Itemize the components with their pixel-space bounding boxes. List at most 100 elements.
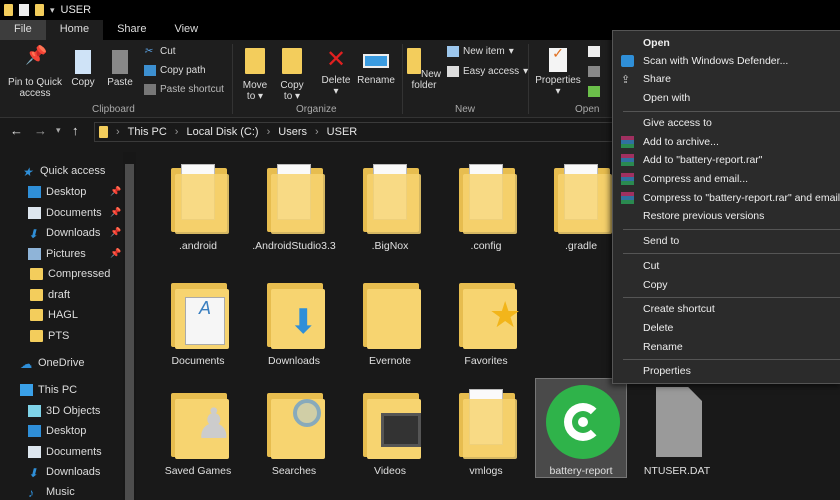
breadcrumb-user[interactable]: USER	[327, 126, 358, 138]
folder-item[interactable]: .AndroidStudio3.3	[248, 160, 340, 252]
menu-add-to-rar[interactable]: Add to "battery-report.rar"	[643, 154, 763, 166]
menu-create-shortcut[interactable]: Create shortcut	[643, 303, 715, 315]
folder-item[interactable]: .BigNox	[344, 160, 436, 252]
nav-pc-desktop[interactable]: Desktop	[28, 425, 86, 437]
nav-hagl[interactable]: HAGL	[30, 309, 78, 321]
pin-icon[interactable]: 📌	[110, 207, 121, 218]
cut-button[interactable]: ✂ Cut	[144, 46, 176, 57]
tab-view[interactable]: View	[160, 20, 212, 40]
folder-item[interactable]: ⬇ Downloads	[248, 275, 340, 367]
nav-quick-access[interactable]: ★ Quick access	[22, 165, 105, 179]
menu-open[interactable]: Open	[643, 37, 670, 49]
copy-path-button[interactable]: Copy path	[144, 65, 206, 76]
address-bar[interactable]: › This PC › Local Disk (C:) › Users › USER	[94, 122, 614, 142]
menu-properties[interactable]: Properties	[643, 365, 691, 377]
nav-compressed[interactable]: Compressed	[30, 268, 110, 280]
nav-onedrive[interactable]: ☁ OneDrive	[20, 357, 84, 371]
paste-button[interactable]: Paste	[104, 50, 136, 88]
folder-item[interactable]: vmlogs	[440, 385, 532, 477]
history-button[interactable]	[588, 86, 600, 97]
nav-music[interactable]: ♪ Music	[28, 486, 75, 500]
tab-share[interactable]: Share	[103, 20, 160, 40]
breadcrumb-local-disk[interactable]: Local Disk (C:)	[186, 126, 258, 138]
context-menu: Open Scan with Windows Defender... ⇪ Sha…	[612, 30, 840, 384]
menu-compress-rar-email[interactable]: Compress to "battery-report.rar" and ema…	[643, 192, 840, 204]
easy-access-button[interactable]: Easy access ▾	[447, 66, 528, 77]
up-arrow-icon[interactable]: ↑	[72, 123, 79, 138]
folder-item[interactable]: ★ Favorites	[440, 275, 532, 367]
folder-item[interactable]: A Documents	[152, 275, 244, 367]
menu-scan-defender[interactable]: Scan with Windows Defender...	[643, 55, 788, 67]
history-icon	[588, 86, 600, 97]
breadcrumb-this-pc[interactable]: This PC	[128, 126, 167, 138]
folder-item[interactable]: .android	[152, 160, 244, 252]
folder-item[interactable]: .config	[440, 160, 532, 252]
menu-compress-email[interactable]: Compress and email...	[643, 173, 748, 185]
copy-button[interactable]: Copy	[68, 50, 98, 88]
open-icon	[588, 46, 600, 57]
file-icon	[646, 385, 708, 459]
file-name: battery-report	[549, 465, 613, 477]
pin-icon[interactable]: 📌	[110, 227, 121, 238]
recent-locations-icon[interactable]: ▾	[56, 125, 61, 136]
scrollbar-thumb[interactable]	[125, 164, 134, 500]
menu-share[interactable]: Share	[643, 73, 671, 85]
menu-delete[interactable]: Delete	[643, 322, 673, 334]
breadcrumb-users[interactable]: Users	[278, 126, 307, 138]
menu-cut[interactable]: Cut	[643, 260, 659, 272]
menu-copy[interactable]: Copy	[643, 279, 668, 291]
new-folder-quick-icon[interactable]	[35, 4, 44, 16]
open-button[interactable]	[588, 46, 600, 57]
pin-to-quick-access-button[interactable]: 📌 Pin to Quick access	[4, 46, 66, 99]
music-note-icon: ♪	[28, 486, 34, 500]
properties-quick-icon[interactable]	[19, 4, 29, 16]
nav-pts[interactable]: PTS	[30, 330, 69, 342]
nav-draft[interactable]: draft	[30, 289, 70, 301]
pin-icon[interactable]: 📌	[110, 248, 121, 259]
delete-button[interactable]: ✕ Delete ▾	[318, 46, 354, 98]
nav-documents[interactable]: Documents	[28, 207, 102, 219]
forward-arrow-icon[interactable]: →	[34, 123, 47, 138]
edit-button[interactable]	[588, 66, 600, 77]
menu-rename[interactable]: Rename	[643, 341, 683, 353]
delete-x-icon: ✕	[326, 46, 347, 73]
new-item-icon	[447, 46, 459, 57]
back-arrow-icon[interactable]: ←	[10, 123, 23, 138]
rename-button[interactable]: Rename	[356, 48, 396, 86]
folder-item[interactable]: Videos	[344, 385, 436, 477]
coccoc-browser-icon	[546, 385, 620, 459]
menu-restore-versions[interactable]: Restore previous versions	[643, 210, 764, 222]
paste-shortcut-button[interactable]: Paste shortcut	[144, 84, 224, 95]
folder-icon: A	[167, 275, 229, 349]
divider	[402, 44, 403, 114]
menu-add-to-archive[interactable]: Add to archive...	[643, 136, 719, 148]
menu-open-with[interactable]: Open with	[643, 92, 690, 104]
file-item[interactable]: NTUSER.DAT	[631, 385, 723, 477]
nav-pc-downloads[interactable]: ⬇ Downloads	[28, 466, 100, 480]
nav-pc-documents[interactable]: Documents	[28, 446, 102, 458]
nav-this-pc[interactable]: This PC	[20, 384, 77, 396]
customize-toolbar-icon[interactable]: ▾	[50, 5, 55, 16]
tab-file[interactable]: File	[0, 20, 46, 40]
new-item-button[interactable]: New item ▾	[447, 46, 514, 57]
new-folder-button[interactable]: New folder	[406, 48, 442, 91]
folder-item[interactable]: Evernote	[344, 275, 436, 367]
nav-3d-objects[interactable]: 3D Objects	[28, 405, 100, 417]
nav-scrollbar[interactable]	[123, 152, 136, 500]
copy-to-button[interactable]: Copy to ▾	[276, 48, 308, 102]
tab-home[interactable]: Home	[45, 20, 104, 40]
nav-pictures[interactable]: Pictures	[28, 248, 86, 260]
divider	[623, 359, 840, 360]
file-item[interactable]: battery-report	[535, 378, 627, 478]
folder-item[interactable]: ♟ Saved Games	[152, 385, 244, 477]
nav-desktop[interactable]: Desktop	[28, 186, 86, 198]
folder-icon: ★	[455, 275, 521, 349]
menu-send-to[interactable]: Send to	[643, 235, 679, 247]
folder-item[interactable]: Searches	[248, 385, 340, 477]
nav-downloads[interactable]: ⬇ Downloads	[28, 227, 100, 241]
menu-give-access[interactable]: Give access to	[643, 117, 712, 129]
properties-button[interactable]: ✓ Properties ▾	[532, 46, 584, 97]
pin-icon[interactable]: 📌	[110, 186, 121, 197]
move-to-button[interactable]: Move to ▾	[238, 48, 272, 102]
file-name: Documents	[171, 355, 225, 367]
